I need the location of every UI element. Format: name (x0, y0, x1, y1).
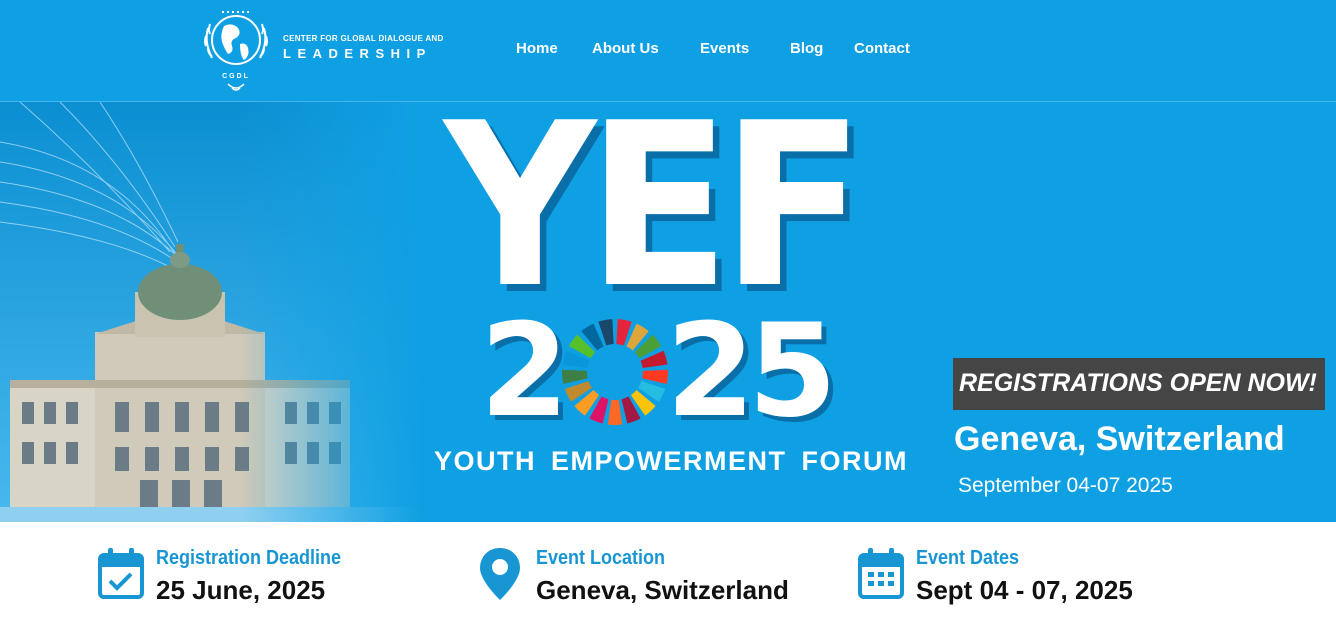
calendar-check-icon (98, 548, 144, 599)
info-registration-deadline: Registration Deadline 25 June, 2025 (98, 522, 418, 623)
info-event-location: Event Location Geneva, Switzerland (480, 522, 820, 623)
info-value: Sept 04 - 07, 2025 (916, 575, 1133, 605)
globe-emblem-icon: CGDL (204, 11, 268, 91)
year-digit-1: 2 (480, 297, 570, 446)
info-label: Registration Deadline (156, 547, 342, 569)
info-value: 25 June, 2025 (156, 575, 326, 605)
nav-contact[interactable]: Contact (854, 40, 910, 57)
site-logo[interactable]: CGDL CENTER FOR GLOBAL DIALOGUE AND LEAD… (200, 6, 450, 94)
year-2025: 2 2 5 (480, 297, 840, 446)
sdg-wheel-segment (607, 399, 623, 425)
info-label: Event Location (536, 547, 666, 569)
brand-line-1: CENTER FOR GLOBAL DIALOGUE AND (283, 34, 444, 43)
year-digit-4: 5 (748, 297, 838, 446)
nav-events[interactable]: Events (700, 40, 749, 57)
info-value: Geneva, Switzerland (536, 575, 789, 605)
site-header: CGDL CENTER FOR GLOBAL DIALOGUE AND LEAD… (0, 0, 1336, 102)
event-info-bar: Registration Deadline 25 June, 2025 Even… (0, 522, 1336, 623)
forum-name: YOUTH EMPOWERMENT FORUM (434, 446, 908, 476)
event-city: Geneva, Switzerland (954, 420, 1285, 458)
registration-banner[interactable]: REGISTRATIONS OPEN NOW! (953, 358, 1325, 410)
calendar-grid-icon (858, 548, 904, 599)
map-pin-icon (480, 548, 520, 600)
info-label: Event Dates (916, 547, 1020, 569)
brand-line-2: LEADERSHIP (283, 46, 432, 61)
event-dates-text: September 04-07 2025 (958, 474, 1173, 497)
registration-banner-text: REGISTRATIONS OPEN NOW! (959, 369, 1317, 397)
year-digit-3: 2 (666, 297, 756, 446)
federal-palace-illustration (0, 102, 420, 522)
sdg-wheel-segment (642, 369, 668, 384)
nav-about-us[interactable]: About Us (592, 40, 659, 57)
info-event-dates: Event Dates Sept 04 - 07, 2025 (858, 522, 1178, 623)
hero-banner: YEF 2 2 5 YOUTH EMPOWERMENT FORUM REGIST… (0, 102, 1336, 522)
nav-home[interactable]: Home (516, 40, 558, 57)
nav-blog[interactable]: Blog (790, 40, 823, 57)
sdg-wheel-segment (562, 369, 588, 384)
yef-acronym: YEF (444, 102, 865, 338)
sdg-wheel-icon (562, 319, 668, 425)
svg-text:CGDL: CGDL (222, 73, 250, 80)
